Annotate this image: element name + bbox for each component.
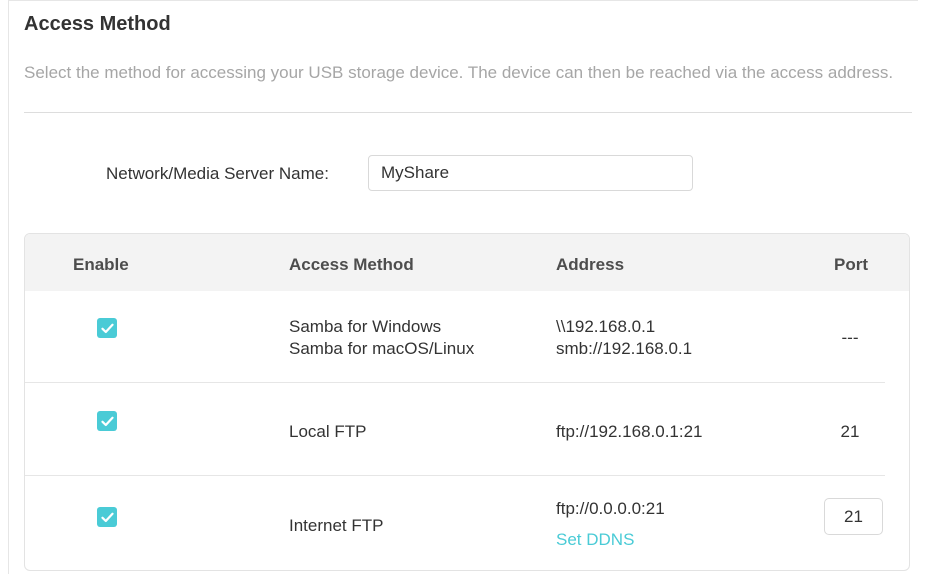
local-ftp-enable-checkbox[interactable] bbox=[97, 411, 117, 431]
server-name-input[interactable] bbox=[368, 155, 693, 191]
samba-method: Samba for Windows Samba for macOS/Linux bbox=[289, 316, 474, 360]
local-ftp-port: 21 bbox=[840, 422, 860, 441]
header-enable: Enable bbox=[73, 255, 129, 274]
header-access-method: Access Method bbox=[289, 255, 414, 274]
table-row-local-ftp: Local FTP ftp://192.168.0.1:21 21 bbox=[25, 383, 909, 476]
internet-ftp-method: Internet FTP bbox=[289, 516, 384, 535]
header-port: Port bbox=[834, 255, 868, 274]
samba-address: \\192.168.0.1 smb://192.168.0.1 bbox=[556, 316, 692, 360]
table-header: Enable Access Method Address Port bbox=[25, 234, 909, 291]
local-ftp-method: Local FTP bbox=[289, 422, 367, 441]
section-title: Access Method bbox=[24, 13, 171, 35]
local-ftp-address: ftp://192.168.0.1:21 bbox=[556, 422, 703, 441]
checkmark-icon bbox=[100, 512, 114, 522]
access-method-panel: Access Method Select the method for acce… bbox=[8, 0, 918, 574]
samba-macos-label: Samba for macOS/Linux bbox=[289, 339, 475, 358]
internet-ftp-enable-checkbox[interactable] bbox=[97, 507, 117, 527]
section-description: Select the method for accessing your USB… bbox=[24, 63, 894, 82]
checkmark-icon bbox=[100, 323, 114, 333]
access-method-table: Enable Access Method Address Port Samba … bbox=[24, 233, 910, 571]
table-row-internet-ftp: Internet FTP ftp://0.0.0.0:21 Set DDNS bbox=[25, 476, 909, 570]
checkmark-icon bbox=[100, 416, 114, 426]
section-divider bbox=[24, 112, 912, 113]
samba-enable-checkbox[interactable] bbox=[97, 318, 117, 338]
table-row-samba: Samba for Windows Samba for macOS/Linux … bbox=[25, 291, 909, 383]
samba-windows-label: Samba for Windows bbox=[289, 317, 442, 336]
internet-ftp-port-input[interactable] bbox=[824, 498, 883, 535]
samba-port: --- bbox=[841, 328, 859, 347]
samba-windows-address: \\192.168.0.1 bbox=[556, 317, 656, 336]
set-ddns-link[interactable]: Set DDNS bbox=[556, 529, 634, 551]
samba-smb-address: smb://192.168.0.1 bbox=[556, 339, 693, 358]
internet-ftp-address: ftp://0.0.0.0:21 bbox=[556, 499, 665, 518]
header-address: Address bbox=[556, 255, 625, 274]
server-name-label: Network/Media Server Name: bbox=[106, 164, 329, 183]
